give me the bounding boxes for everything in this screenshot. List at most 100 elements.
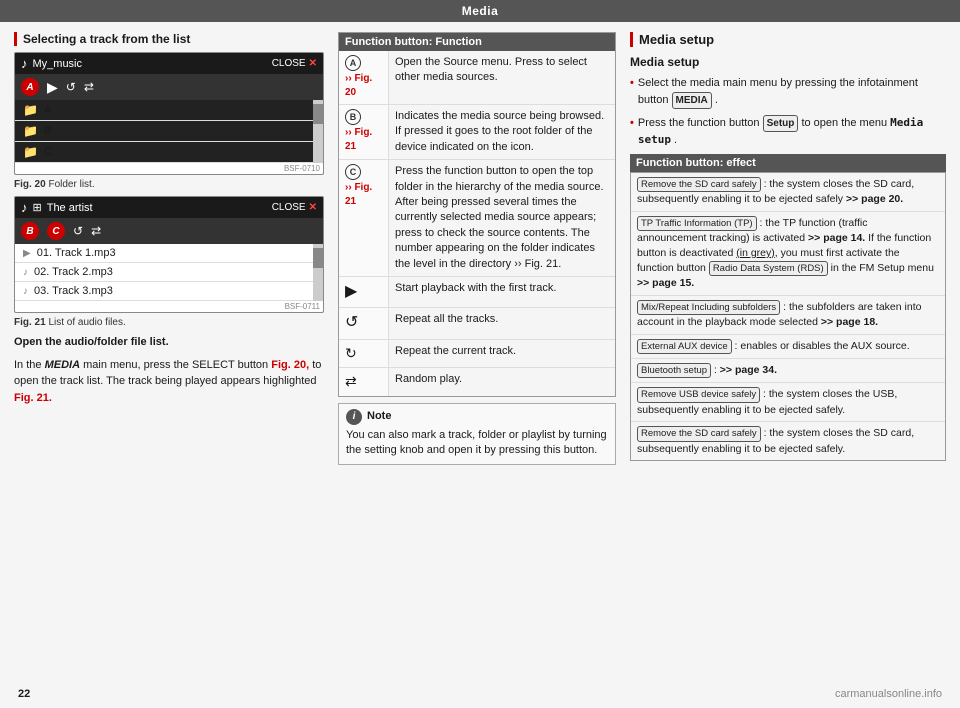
effect-table: Remove the SD card safely : the system c… (630, 172, 946, 461)
func-icon-repeat-all: ↺ (339, 308, 389, 338)
music-icon: ♪ (21, 56, 28, 71)
track-icon-2: ♪ (23, 267, 28, 278)
repeat-all-icon: ↺ (345, 312, 358, 334)
player1-title: My_music (33, 58, 83, 70)
effect-tag-1: Remove the SD card safely (637, 177, 761, 192)
body-paragraph: In the MEDIA main menu, press the SELECT… (14, 357, 324, 407)
folder-icon-a: 📁 (23, 103, 38, 117)
scrollbar2[interactable] (313, 244, 323, 301)
player1-controls: A ▶ ↺ ⇄ (15, 74, 323, 100)
repeat2-button[interactable]: ↺ (73, 224, 83, 238)
effect-row-6: Remove USB device safely : the system cl… (631, 383, 945, 422)
func-icon-b: B ›› Fig. 21 (339, 105, 389, 159)
player1-close[interactable]: CLOSE ✕ (272, 58, 317, 69)
effect-row-1: Remove the SD card safely : the system c… (631, 173, 945, 212)
fig20-label: Fig. 20 (14, 179, 46, 190)
note-box: i Note You can also mark a track, folder… (338, 403, 616, 465)
track-icon-3: ♪ (23, 286, 28, 297)
page-number: 22 (18, 688, 30, 700)
repeat-one-icon: ↻ (345, 344, 357, 364)
effect-tag-7: Remove the SD card safely (637, 426, 761, 441)
close-x2-icon: ✕ (309, 202, 317, 213)
effect-desc-4: : enables or disables the AUX source. (735, 340, 910, 352)
player2-ctrl-icon: ⊞ (33, 201, 42, 214)
note-title: Note (367, 409, 391, 424)
func-icon-repeat-one: ↻ (339, 340, 389, 368)
page-header: Media (0, 0, 960, 22)
track-row-3[interactable]: ♪ 03. Track 3.mp3 (15, 282, 313, 301)
track-1-label: 01. Track 1.mp3 (37, 247, 116, 259)
effect-row-7: Remove the SD card safely : the system c… (631, 422, 945, 460)
media-em: MEDIA (45, 359, 80, 371)
play-triangle-icon: ▶ (345, 281, 357, 303)
bsf2-label: BSF-0711 (15, 301, 323, 312)
bullet2: • Press the function button Setup to ope… (630, 115, 946, 149)
left-column: Selecting a track from the list ♪ My_mus… (14, 32, 324, 702)
right-subtitle: Media setup (630, 55, 946, 69)
effect-row-3: Mix/Repeat Including subfolders : the su… (631, 296, 945, 335)
fig21-text: List of audio files. (48, 317, 125, 328)
bullet1: • Select the media main menu by pressing… (630, 75, 946, 109)
note-header: i Note (346, 409, 608, 425)
func-desc-a: Open the Source menu. Press to select ot… (389, 51, 615, 104)
scrollbar1[interactable] (313, 100, 323, 163)
setup-button-label: Setup (763, 115, 799, 132)
folder-icon-c: 📁 (23, 145, 38, 159)
folder-row-b[interactable]: 📁 B (15, 121, 313, 142)
fig20-ref: Fig. 20, (271, 359, 309, 371)
func-desc-play: Start playback with the first track. (389, 277, 615, 307)
func-row-shuffle: ⇄ Random play. (339, 368, 615, 396)
media-button-label: MEDIA (672, 92, 712, 109)
left-section-title: Selecting a track from the list (14, 32, 324, 46)
func-table-title: Function button: Function (339, 33, 615, 51)
func-icon-shuffle: ⇄ (339, 368, 389, 396)
track-2-label: 02. Track 2.mp3 (34, 266, 113, 278)
func-desc-repeat-one: Repeat the current track. (389, 340, 615, 368)
fig21-label: Fig. 21 (14, 317, 46, 328)
folder-b-label: B (44, 125, 51, 137)
track-icon-1: ▶ (23, 248, 31, 259)
effect-table-title: Function button: effect (630, 154, 946, 172)
open-title: Open the audio/folder file list. (14, 334, 324, 351)
func-icon-play: ▶ (339, 277, 389, 307)
player2-close-label: CLOSE (272, 202, 306, 213)
effect-tag-3: Mix/Repeat Including subfolders (637, 300, 780, 315)
music-icon2: ♪ (21, 200, 28, 215)
repeat-button[interactable]: ↺ (66, 80, 76, 94)
header-title: Media (462, 4, 499, 18)
player1-header: ♪ My_music CLOSE ✕ (15, 53, 323, 74)
play-button[interactable]: ▶ (47, 79, 58, 96)
info-icon: i (346, 409, 362, 425)
bullet1-dot: • (630, 75, 634, 109)
player2-close[interactable]: CLOSE ✕ (272, 202, 317, 213)
note-body: You can also mark a track, folder or pla… (346, 428, 608, 459)
folder-a-label: A (44, 104, 51, 116)
effect-tag-5: Bluetooth setup (637, 363, 711, 378)
player2-controls: B C ↺ ⇄ (15, 218, 323, 244)
player2-header: ♪ ⊞ The artist CLOSE ✕ (15, 197, 323, 218)
effect-row-5: Bluetooth setup : >> page 34. (631, 359, 945, 383)
effect-row-4: External AUX device : enables or disable… (631, 335, 945, 359)
func-row-repeat-one: ↻ Repeat the current track. (339, 340, 615, 369)
folder-c-label: C (44, 146, 52, 158)
bullet1-text: Select the media main menu by pressing t… (638, 75, 946, 109)
shuffle2-button[interactable]: ⇄ (91, 224, 101, 238)
label-a: A (21, 78, 39, 96)
player1-close-label: CLOSE (272, 58, 306, 69)
bullet2-dot: • (630, 115, 634, 149)
bsf1-label: BSF-0710 (15, 163, 323, 174)
shuffle-icon: ⇄ (345, 372, 357, 392)
label-b: B (21, 222, 39, 240)
open-title-text: Open the audio/folder file list. (14, 336, 169, 348)
func-row-c: C ›› Fig. 21 Press the function button t… (339, 160, 615, 277)
body1b: main menu, press the SELECT button (83, 359, 268, 371)
folder-row-a[interactable]: 📁 A (15, 100, 313, 121)
folder-row-c[interactable]: 📁 C (15, 142, 313, 163)
track-row-1[interactable]: ▶ 01. Track 1.mp3 (15, 244, 313, 263)
track-row-2[interactable]: ♪ 02. Track 2.mp3 (15, 263, 313, 282)
shuffle-button[interactable]: ⇄ (84, 80, 94, 94)
effect-desc-5: : >> page 34. (714, 364, 777, 376)
func-desc-c: Press the function button to open the to… (389, 160, 615, 276)
effect-tag-4: External AUX device (637, 339, 732, 354)
func-icon-a: A ›› Fig. 20 (339, 51, 389, 104)
